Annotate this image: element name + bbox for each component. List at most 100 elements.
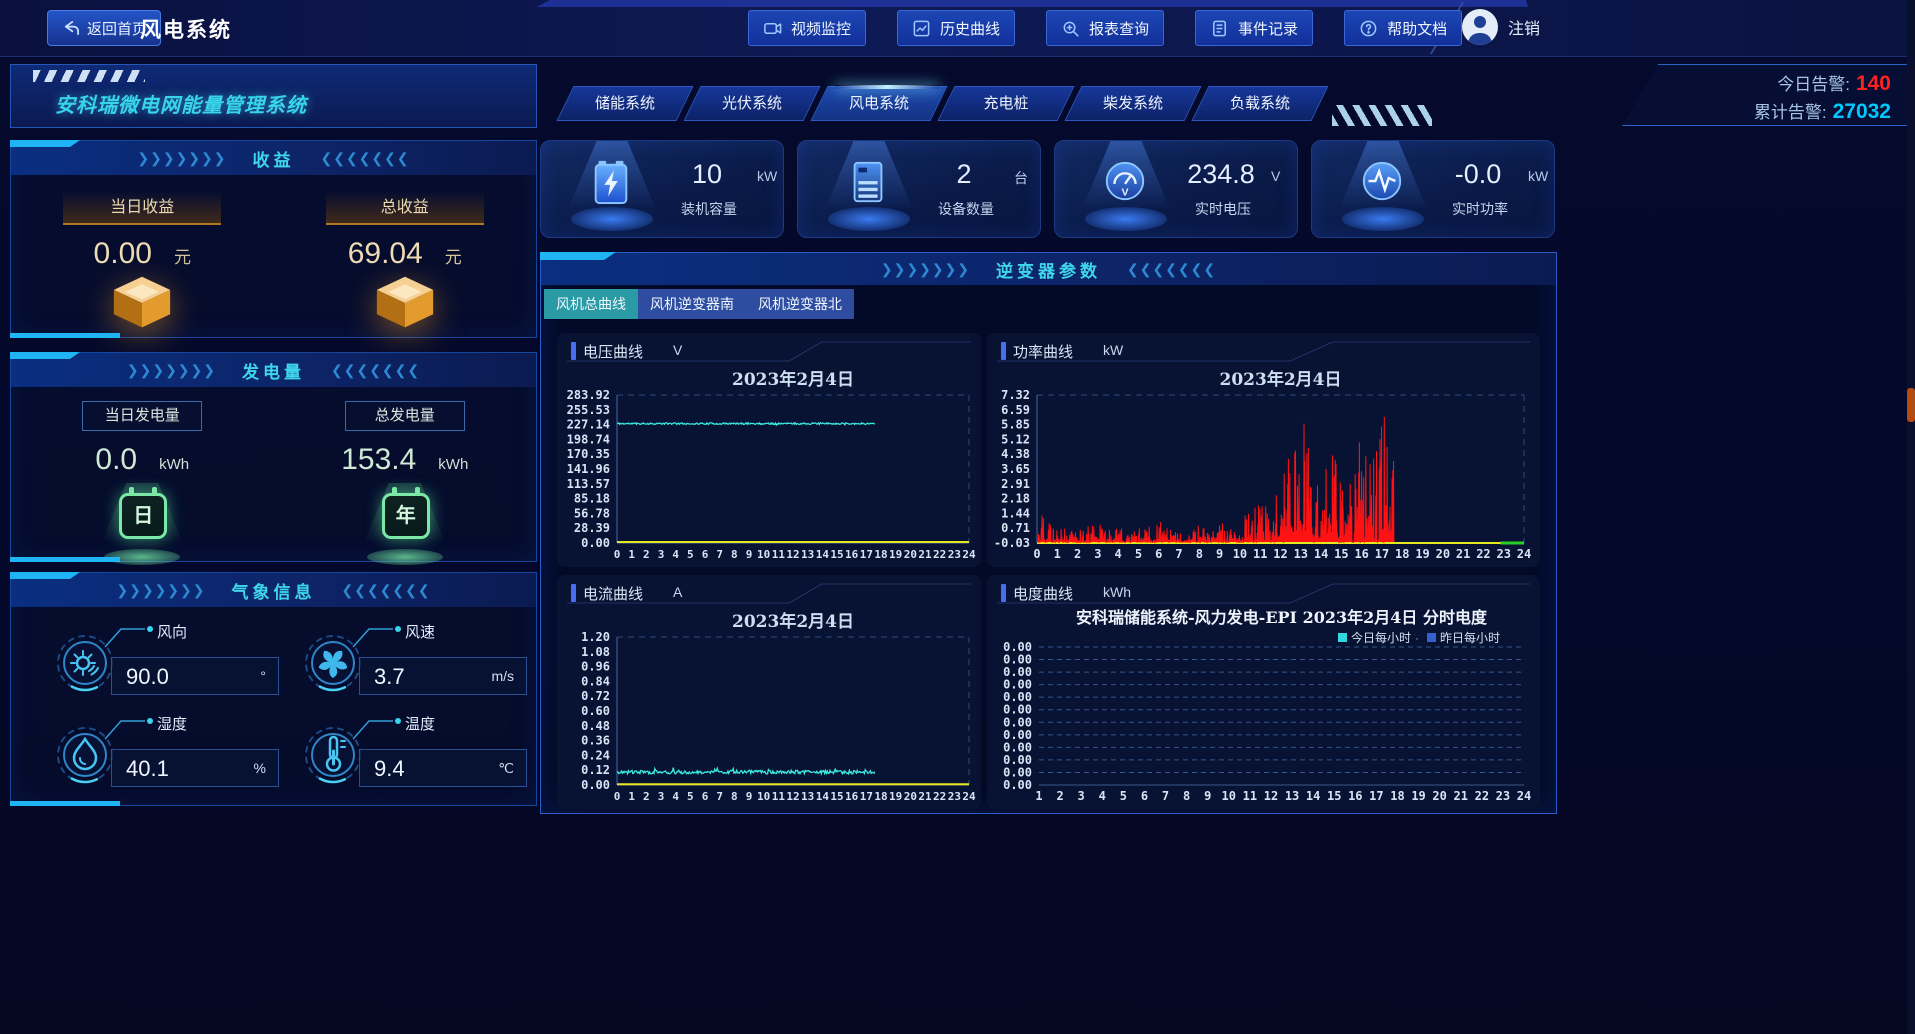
svg-text:1.44: 1.44: [1001, 506, 1030, 520]
svg-text:4: 4: [1099, 789, 1106, 803]
deco-arrows-left: ❮❮❮❮❮❮❮: [342, 582, 431, 599]
title-accent-bar: [571, 584, 576, 602]
event-log-button[interactable]: 事件记录: [1195, 10, 1313, 46]
weather-unit: %: [254, 760, 266, 776]
tab-负载系统[interactable]: 负载系统: [1191, 86, 1328, 121]
svg-text:0.72: 0.72: [581, 689, 610, 703]
weather-value: 90.0: [126, 664, 169, 690]
weather-panel-header: ❯❯❯❯❯❯❯ 气象信息 ❮❮❮❮❮❮❮: [11, 573, 536, 607]
revenue-panel-header: ❯❯❯❯❯❯❯ 收益 ❮❮❮❮❮❮❮: [11, 141, 536, 175]
revenue-value: 69.04: [348, 237, 423, 271]
chart-panel-power: 功率曲线kW2023年2月4日7.326.595.855.124.383.652…: [987, 333, 1540, 567]
user-box: 注销: [1462, 9, 1540, 45]
avatar[interactable]: [1462, 9, 1498, 45]
tab-风电系统[interactable]: 风电系统: [810, 86, 947, 121]
svg-text:12: 12: [1273, 547, 1287, 561]
deco-arrows-left: ❮❮❮❮❮❮❮: [321, 150, 410, 167]
svg-text:10: 10: [1222, 789, 1236, 803]
svg-text:17: 17: [860, 790, 873, 803]
generation-unit: kWh: [159, 456, 189, 473]
tab-储能系统[interactable]: 储能系统: [556, 86, 693, 121]
svg-text:0.24: 0.24: [581, 748, 610, 762]
tab-光伏系统[interactable]: 光伏系统: [683, 86, 820, 121]
svg-text:-0.03: -0.03: [994, 536, 1030, 550]
tab-label: 光伏系统: [693, 87, 811, 120]
chart-panel-energy: 电度曲线kWh安科瑞储能系统-风力发电-EPI 2023年2月4日 分时电度今日…: [987, 575, 1540, 809]
chart-svg-energy: 安科瑞储能系统-风力发电-EPI 2023年2月4日 分时电度今日每小时·昨日每…: [987, 607, 1540, 809]
svg-text:20: 20: [1436, 547, 1450, 561]
svg-text:15: 15: [1327, 789, 1341, 803]
svg-text:2023年2月4日: 2023年2月4日: [1220, 369, 1342, 390]
svg-text:21: 21: [1456, 547, 1470, 561]
svg-text:7: 7: [716, 548, 723, 561]
stat-card-value: -0.0: [1430, 159, 1526, 190]
svg-text:12: 12: [1264, 789, 1278, 803]
svg-text:2023年2月4日: 2023年2月4日: [732, 369, 854, 390]
report-search-button[interactable]: 报表查询: [1046, 10, 1164, 46]
svg-text:18: 18: [874, 548, 887, 561]
svg-text:22: 22: [933, 790, 946, 803]
svg-text:·: ·: [1415, 631, 1419, 645]
generation-item: 总发电量153.4kWh年: [274, 387, 537, 565]
svg-text:4: 4: [672, 790, 679, 803]
svg-text:今日每小时: 今日每小时: [1351, 630, 1411, 645]
svg-text:20: 20: [904, 548, 917, 561]
svg-text:7: 7: [1162, 789, 1169, 803]
scrollbar-track[interactable]: [1907, 0, 1915, 1034]
tab-充电桩[interactable]: 充电桩: [937, 86, 1074, 121]
svg-text:0.48: 0.48: [581, 719, 610, 733]
stat-card-label: 设备数量: [916, 199, 1016, 219]
chart-unit: V: [673, 342, 682, 358]
revenue-item-label: 总收益: [326, 193, 484, 225]
stat-card-实时电压: V234.8V实时电压: [1054, 140, 1298, 238]
revenue-value-row: 69.04元: [348, 237, 462, 271]
help-button[interactable]: 帮助文档: [1344, 10, 1462, 46]
stat-card-实时功率: -0.0kW实时功率: [1311, 140, 1555, 238]
inverter-tab-风机总曲线[interactable]: 风机总曲线: [544, 289, 638, 319]
video-button[interactable]: 视频监控: [748, 10, 866, 46]
user-icon: [1462, 9, 1498, 45]
stat-card-label: 实时电压: [1173, 199, 1273, 219]
topbar-button-label: 历史曲线: [940, 18, 1000, 39]
weather-item-风向: 风向90.0°: [53, 621, 281, 711]
history-curve-button[interactable]: 历史曲线: [897, 10, 1015, 46]
revenue-item-label: 当日收益: [63, 193, 221, 225]
alarm-total-label: 累计告警:: [1754, 103, 1827, 122]
chart-unit: A: [673, 584, 682, 600]
scrollbar-thumb[interactable]: [1907, 388, 1915, 422]
weather-value-box: 90.0°: [111, 657, 279, 695]
logout-button[interactable]: 注销: [1508, 15, 1540, 39]
svg-text:24: 24: [1517, 547, 1531, 561]
svg-text:28.39: 28.39: [574, 521, 610, 535]
svg-text:2: 2: [643, 790, 650, 803]
svg-text:6: 6: [702, 790, 709, 803]
inverter-panel-header: ❯❯❯❯❯❯❯ 逆变器参数 ❮❮❮❮❮❮❮: [541, 253, 1556, 285]
svg-text:11: 11: [772, 548, 786, 561]
generation-item-label: 当日发电量: [82, 401, 202, 431]
weather-value: 3.7: [374, 664, 405, 690]
svg-text:5: 5: [1135, 547, 1142, 561]
svg-text:227.14: 227.14: [567, 418, 610, 432]
battery-icon: [588, 157, 634, 207]
revenue-value-row: 0.00元: [94, 237, 191, 271]
svg-text:7.32: 7.32: [1001, 388, 1030, 402]
svg-text:5: 5: [687, 548, 694, 561]
svg-text:2.18: 2.18: [1001, 492, 1030, 506]
svg-text:10: 10: [757, 548, 770, 561]
svg-text:56.78: 56.78: [574, 506, 610, 520]
svg-text:1: 1: [1035, 789, 1042, 803]
stat-card-unit: kW: [1528, 168, 1548, 184]
svg-text:3: 3: [1078, 789, 1085, 803]
inverter-tab-风机逆变器北[interactable]: 风机逆变器北: [746, 289, 854, 319]
svg-text:3: 3: [658, 548, 665, 561]
generation-item: 当日发电量0.0kWh日: [11, 387, 274, 565]
inverter-tab-风机逆变器南[interactable]: 风机逆变器南: [638, 289, 746, 319]
deco-arrows-right: ❯❯❯❯❯❯❯: [116, 582, 205, 599]
svg-text:0.84: 0.84: [581, 674, 610, 688]
pedestal: [1342, 207, 1424, 231]
svg-text:22: 22: [1475, 789, 1489, 803]
tab-柴发系统[interactable]: 柴发系统: [1064, 86, 1201, 121]
weather-item-湿度: 湿度40.1%: [53, 713, 281, 803]
svg-text:21: 21: [918, 790, 932, 803]
gauge-icon: V: [1102, 157, 1148, 205]
